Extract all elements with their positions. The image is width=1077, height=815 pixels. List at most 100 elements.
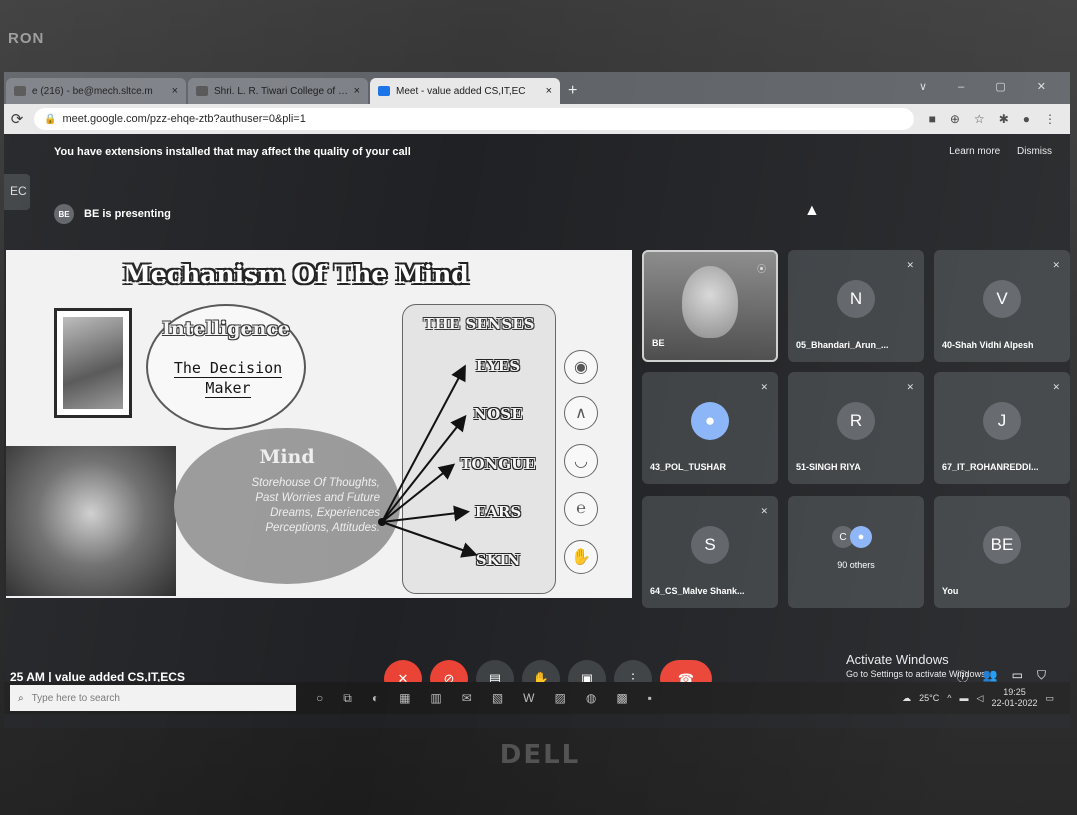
laptop-frame: RON e (216) - be@mech.sltce.m × Shri. L.… <box>0 0 1077 815</box>
clock-date: 22-01-2022 <box>991 698 1038 708</box>
side-tab[interactable]: EC <box>4 174 30 210</box>
page-icon <box>196 86 208 96</box>
participant-tile[interactable]: ✕ R 51-SINGH RIYA <box>788 372 924 484</box>
participant-avatar: S <box>691 526 729 564</box>
menu-icon[interactable]: ⋮ <box>1044 112 1056 126</box>
audio-level-icon: ⦿ <box>756 264 766 274</box>
arrow-nose <box>381 414 467 523</box>
participant-name: BE <box>652 338 665 348</box>
participant-tile-be-video[interactable]: ⦿ BE <box>642 250 778 362</box>
extension-banner: You have extensions installed that may a… <box>4 134 1070 170</box>
star-icon[interactable]: ☆ <box>974 112 985 126</box>
participant-name: 40-Shah Vidhi Alpesh <box>942 340 1034 350</box>
participant-tile[interactable]: ✕ V 40-Shah Vidhi Alpesh <box>934 250 1070 362</box>
dismiss-button[interactable]: Dismiss <box>1017 146 1052 157</box>
presentation-slide: Mechanism Of The Mind Intelligence The D… <box>6 250 632 598</box>
store-icon[interactable]: ▥ <box>430 691 441 706</box>
screen: e (216) - be@mech.sltce.m × Shri. L. R. … <box>4 72 1070 728</box>
participant-name: 51-SINGH RIYA <box>796 462 861 472</box>
participant-tile[interactable]: ✕ N 05_Bhandari_Arun_... <box>788 250 924 362</box>
chrome-icon[interactable]: ◍ <box>586 691 596 706</box>
self-tile[interactable]: BE You <box>934 496 1070 608</box>
tab-mail[interactable]: e (216) - be@mech.sltce.m × <box>6 78 186 104</box>
participant-name: 05_Bhandari_Arun_... <box>796 340 889 350</box>
clock[interactable]: 19:25 22-01-2022 <box>991 687 1037 709</box>
new-tab-button[interactable]: + <box>568 82 577 100</box>
app-icon[interactable]: ▧ <box>492 691 503 706</box>
presenting-indicator: BE BE is presenting <box>54 204 171 224</box>
tab-close-icon[interactable]: × <box>172 85 178 97</box>
address-bar: ⟳ 🔒 meet.google.com/pzz-ehqe-ztb?authuse… <box>4 104 1070 134</box>
search-placeholder: Type here to search <box>31 692 120 704</box>
taskbar-search[interactable]: ⌕ Type here to search <box>10 685 296 711</box>
mail-icon <box>14 86 26 96</box>
lock-icon: 🔒 <box>44 113 57 125</box>
dell-logo: DELL <box>499 740 581 770</box>
participant-tile[interactable]: ✕ S 64_CS_Malve Shank... <box>642 496 778 608</box>
network-icon[interactable]: ▬ <box>960 693 969 703</box>
tab-close-icon[interactable]: × <box>354 85 360 97</box>
learn-more-link[interactable]: Learn more <box>949 146 1000 157</box>
browser-tab-bar: e (216) - be@mech.sltce.m × Shri. L. R. … <box>4 72 1070 104</box>
presenting-text: BE is presenting <box>84 208 171 220</box>
participant-name: You <box>942 586 959 596</box>
mic-off-icon: ✕ <box>760 506 768 516</box>
mail-icon[interactable]: ✉ <box>462 691 472 706</box>
window-controls[interactable]: ∨ – ▢ ✕ <box>919 80 1060 93</box>
url-text: meet.google.com/pzz-ehqe-ztb?authuser=0&… <box>62 113 306 125</box>
reload-icon[interactable]: ⟳ <box>4 110 30 128</box>
sense-arrows <box>378 364 478 558</box>
mic-off-icon: ✕ <box>906 382 914 392</box>
notification-icon[interactable]: ▭ <box>1045 693 1054 704</box>
app-icon[interactable]: ▩ <box>616 691 627 706</box>
tab-college[interactable]: Shri. L. R. Tiwari College of Engin × <box>188 78 368 104</box>
participant-avatar: R <box>837 402 875 440</box>
person-icon: ● <box>850 526 872 548</box>
system-tray: ☁ 25°C ^ ▬ ◁ 19:25 22-01-2022 ▭ <box>902 687 1054 709</box>
participant-name: 43_POL_TUSHAR <box>650 462 727 472</box>
app-icon[interactable]: ▨ <box>555 691 566 706</box>
edge-icon[interactable]: ◐ <box>372 691 379 706</box>
mic-off-icon: ✕ <box>1052 382 1060 392</box>
participant-name: 67_IT_ROHANREDDI... <box>942 462 1039 472</box>
arrow-ears <box>381 505 470 523</box>
task-view-icon[interactable]: ⧉ <box>343 691 352 706</box>
participant-avatar: J <box>983 402 1021 440</box>
tab-meet[interactable]: Meet - value added CS,IT,EC × <box>370 78 560 104</box>
search-icon: ⌕ <box>18 692 24 704</box>
mic-off-icon: ✕ <box>760 382 768 392</box>
participant-avatar: V <box>983 280 1021 318</box>
word-icon[interactable]: W <box>523 691 534 706</box>
participant-avatar: BE <box>983 526 1021 564</box>
zoom-icon[interactable]: ⊕ <box>950 112 960 126</box>
file-explorer-icon[interactable]: ▦ <box>399 691 410 706</box>
windows-taskbar: ⌕ Type here to search ○ ⧉ ◐ ▦ ▥ ✉ ▧ W ▨ … <box>4 682 1070 714</box>
tab-close-icon[interactable]: × <box>546 85 552 97</box>
extensions-icon[interactable]: ✱ <box>999 112 1009 126</box>
participant-tile[interactable]: ✕ J 67_IT_ROHANREDDI... <box>934 372 1070 484</box>
tab-label: Shri. L. R. Tiwari College of Engin <box>214 85 350 97</box>
weather-icon: ☁ <box>902 692 912 703</box>
tray-chevron-icon[interactable]: ^ <box>947 693 951 703</box>
banner-text: You have extensions installed that may a… <box>54 146 411 158</box>
cortana-icon[interactable]: ○ <box>316 691 323 706</box>
meet-icon <box>378 86 390 96</box>
arrow-tongue <box>381 463 456 523</box>
participant-tile[interactable]: ✕ ● 43_POL_TUSHAR <box>642 372 778 484</box>
volume-icon[interactable]: ◁ <box>977 693 984 704</box>
toolbar-icons: ■ ⊕ ☆ ✱ ● ⋮ <box>929 112 1056 126</box>
participant-video <box>682 266 738 338</box>
others-tile[interactable]: C ● 90 others <box>788 496 924 608</box>
bezel-brand: RON <box>8 30 45 47</box>
camera-icon[interactable]: ■ <box>929 112 936 126</box>
url-field[interactable]: 🔒 meet.google.com/pzz-ehqe-ztb?authuser=… <box>34 108 914 130</box>
tab-label: e (216) - be@mech.sltce.m <box>32 85 153 97</box>
meet-area: You have extensions installed that may a… <box>4 134 1070 728</box>
arrow-skin <box>381 521 478 558</box>
app-icon[interactable]: ▪ <box>648 691 652 706</box>
mouse-cursor-icon: ▲ <box>804 202 820 219</box>
arrow-eyes <box>381 364 466 523</box>
activate-title: Activate Windows <box>846 652 949 667</box>
profile-icon[interactable]: ● <box>1023 112 1030 126</box>
weather-temp[interactable]: 25°C <box>919 693 939 703</box>
